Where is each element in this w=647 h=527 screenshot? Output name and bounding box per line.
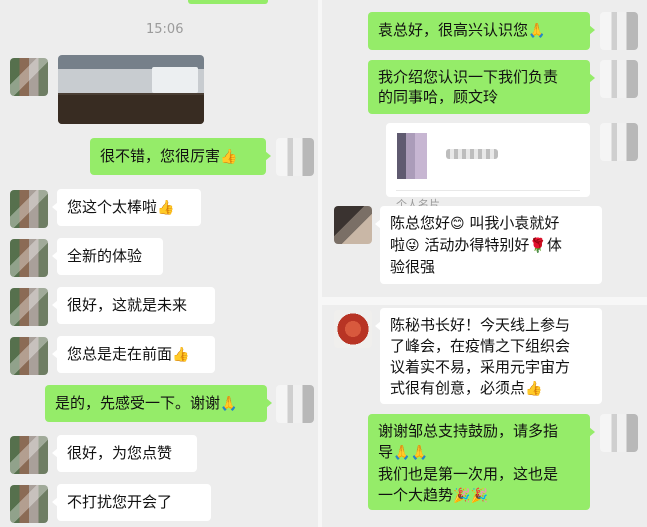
peer-avatar[interactable] xyxy=(10,337,48,375)
message-text: 陈总您好 xyxy=(390,214,451,232)
message-text: 体 xyxy=(546,236,562,254)
message-bubble-outgoing[interactable]: 我介绍您认识一下我们负责 的同事哈，顾文玲 xyxy=(368,60,595,114)
self-avatar[interactable] xyxy=(600,123,638,161)
message-text-line: 式很有创意，必须点👍 xyxy=(390,378,592,400)
folded-hands-icon: 🙏 xyxy=(220,396,238,412)
message-bubble-outgoing[interactable]: 是的，先感受一下。谢谢🙏 xyxy=(45,385,272,422)
message-bubble-outgoing[interactable]: 袁总好，很高兴认识您🙏 xyxy=(368,12,595,50)
message-text-line: 一个大趋势🎉🎉 xyxy=(378,485,580,507)
message-text: 全新的体验 xyxy=(67,247,143,265)
peer-avatar[interactable] xyxy=(10,190,48,228)
peer-avatar[interactable] xyxy=(10,436,48,474)
left-chat-panel: 15:06 很不错，您很厉害👍 您这个太棒啦👍 全新的体验 很好，这就是未来 您… xyxy=(0,0,318,527)
message-text: 您总是走在前面 xyxy=(67,345,173,363)
self-avatar[interactable] xyxy=(276,138,314,176)
card-divider xyxy=(396,190,580,191)
peer-avatar[interactable] xyxy=(10,288,48,326)
message-text: 活动办得特别好 xyxy=(424,236,530,254)
self-avatar[interactable] xyxy=(600,414,638,452)
peer-avatar[interactable] xyxy=(10,58,48,96)
self-avatar[interactable] xyxy=(600,12,638,50)
message-bubble-incoming[interactable]: 您这个太棒啦👍 xyxy=(52,189,201,226)
message-bubble-incoming[interactable]: 不打扰您开会了 xyxy=(52,484,211,521)
photo-screen-detail xyxy=(152,67,198,93)
message-text: 一个大趋势 xyxy=(378,486,454,504)
peer-avatar[interactable] xyxy=(10,485,48,523)
contact-card-icon xyxy=(397,133,427,179)
message-text: 很不错，您很厉害 xyxy=(100,147,221,165)
message-bubble-incoming[interactable]: 您总是走在前面👍 xyxy=(52,336,215,373)
thumbs-up-icon: 👍 xyxy=(220,149,238,165)
message-bubble-incoming[interactable]: 很好，为您点赞 xyxy=(52,435,197,472)
message-bubble-incoming[interactable]: 陈总您好😊 叫我小袁就好 啦😜 活动办得特别好🌹体 验很强 xyxy=(375,206,602,284)
message-text-line: 的同事哈，顾文玲 xyxy=(378,88,499,106)
message-text: 很好，为您点赞 xyxy=(67,444,173,462)
self-avatar[interactable] xyxy=(600,60,638,98)
cropped-outgoing-bubble[interactable] xyxy=(188,0,268,4)
message-text: 导 xyxy=(378,443,394,461)
message-text: 很好，这就是未来 xyxy=(67,296,188,314)
message-bubble-incoming[interactable]: 很好，这就是未来 xyxy=(52,287,215,324)
message-text-line: 谢谢邹总支持鼓励，请多指 xyxy=(378,422,559,440)
photo-stage-detail xyxy=(58,95,204,124)
message-bubble-incoming[interactable]: 陈秘书长好！今天线上参与 了峰会，在疫情之下组织会 议着实不易，采用元宇宙方 式… xyxy=(375,308,602,404)
peer-avatar[interactable] xyxy=(334,206,372,244)
message-text-line: 议着实不易，采用元宇宙方 xyxy=(390,358,571,376)
folded-hands-icon: 🙏 xyxy=(528,23,546,39)
message-bubble-outgoing[interactable]: 很不错，您很厉害👍 xyxy=(90,138,271,175)
chat-timestamp: 15:06 xyxy=(146,22,184,37)
folded-hands-icon: 🙏🙏 xyxy=(393,445,428,461)
message-text-line: 我们也是第一次用，这也是 xyxy=(378,465,559,483)
wink-tongue-icon: 😜 xyxy=(405,238,420,254)
message-text-line: 陈秘书长好！今天线上参与 xyxy=(390,316,571,334)
message-text-line: 导🙏🙏 xyxy=(378,442,580,464)
message-text: 叫我小袁就好 xyxy=(469,214,560,232)
party-popper-icon: 🎉🎉 xyxy=(453,488,488,504)
message-bubble-incoming[interactable]: 全新的体验 xyxy=(52,238,163,275)
message-text-line: 了峰会，在疫情之下组织会 xyxy=(390,337,571,355)
thumbs-up-icon: 👍 xyxy=(525,381,543,397)
right-chat-panel: 袁总好，很高兴认识您🙏 我介绍您认识一下我们负责 的同事哈，顾文玲 个人名片 陈… xyxy=(322,0,647,527)
message-text: 式很有创意，必须点 xyxy=(390,379,526,397)
message-text: 不打扰您开会了 xyxy=(67,493,173,511)
section-divider xyxy=(322,297,647,305)
contact-card[interactable]: 个人名片 xyxy=(386,123,590,211)
rose-icon: 🌹 xyxy=(529,238,547,254)
thumbs-up-icon: 👍 xyxy=(172,347,190,363)
message-text: 袁总好，很高兴认识您 xyxy=(378,21,529,39)
message-bubble-outgoing[interactable]: 谢谢邹总支持鼓励，请多指 导🙏🙏 我们也是第一次用，这也是 一个大趋势🎉🎉 xyxy=(368,414,595,510)
smile-icon: 😊 xyxy=(450,216,465,232)
photo-thumbnail[interactable] xyxy=(58,55,204,124)
message-text: 您这个太棒啦 xyxy=(67,198,158,216)
message-text: 是的，先感受一下。谢谢 xyxy=(55,394,221,412)
peer-avatar[interactable] xyxy=(10,239,48,277)
peer-avatar[interactable] xyxy=(334,310,372,348)
message-text-line: 陈总您好😊 叫我小袁就好 xyxy=(390,213,592,235)
contact-name-redacted xyxy=(446,149,498,159)
self-avatar[interactable] xyxy=(276,385,314,423)
message-text-line: 啦😜 活动办得特别好🌹体 xyxy=(390,235,592,257)
message-text: 啦 xyxy=(390,236,406,254)
message-text-line: 我介绍您认识一下我们负责 xyxy=(378,68,559,86)
thumbs-up-icon: 👍 xyxy=(157,200,175,216)
message-text-line: 验很强 xyxy=(390,258,436,276)
